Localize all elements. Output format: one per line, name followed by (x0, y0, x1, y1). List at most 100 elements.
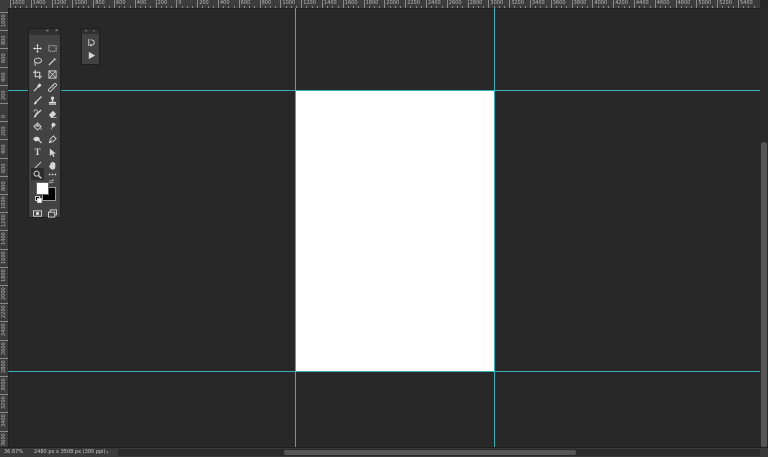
horizontal-scroll-thumb[interactable] (284, 450, 576, 455)
ruler-minor-tick (150, 6, 152, 8)
ruler-label: 0 (1, 114, 7, 118)
ruler-minor-tick (628, 6, 630, 8)
status-bar: 36.67% 2480 px x 3508 px (300 ppi) › (0, 447, 768, 457)
ruler-minor-tick (670, 6, 672, 8)
ruler-minor-tick (519, 6, 521, 8)
collapse-icon[interactable]: « (85, 28, 87, 33)
rectangular-marquee-tool-icon[interactable] (46, 42, 59, 54)
smudge-tool-icon[interactable] (46, 120, 59, 132)
guide-vertical-right[interactable] (494, 8, 495, 448)
close-icon[interactable]: × (55, 28, 58, 34)
ruler-minor-tick (556, 6, 557, 8)
guide-horizontal-bottom[interactable] (8, 371, 760, 372)
tool-row (31, 68, 60, 80)
ruler-minor-tick (296, 6, 297, 8)
ruler-tick (72, 0, 74, 8)
ruler-minor-tick (25, 6, 27, 8)
screen-mode-icon[interactable] (46, 207, 59, 219)
ruler-label: 2200 (407, 0, 420, 6)
ruler-label: 3600 (1, 432, 7, 446)
ruler-minor-tick (420, 6, 422, 8)
swap-colors-icon[interactable]: ⇄ (49, 178, 54, 185)
dodge-tool-icon[interactable] (31, 133, 44, 145)
eraser-tool-icon[interactable] (46, 107, 59, 119)
magic-wand-tool-icon[interactable] (46, 55, 59, 67)
ruler-label: 5400 (740, 0, 753, 6)
foreground-color-swatch[interactable] (36, 182, 49, 195)
tools-panel-header[interactable]: « × (29, 28, 60, 35)
clone-stamp-tool-icon[interactable] (46, 94, 59, 106)
ruler-label: 200 (157, 0, 168, 6)
ruler-label: 1200 (303, 0, 316, 6)
close-icon[interactable]: × (93, 28, 95, 33)
type-tool-icon[interactable]: T (31, 146, 44, 158)
ruler-tool-icon[interactable] (46, 81, 59, 93)
ruler-minor-tick (249, 6, 251, 8)
history-panel-icon[interactable] (85, 37, 97, 48)
ruler-tick (363, 0, 365, 8)
ruler-tick (446, 0, 448, 8)
vertical-scrollbar[interactable] (760, 8, 768, 448)
eyedropper-tool-icon[interactable] (31, 81, 44, 93)
ruler-tick (613, 0, 615, 8)
path-selection-tool-icon[interactable] (46, 146, 59, 158)
guide-vertical-left[interactable] (295, 8, 296, 448)
ruler-tick (0, 394, 8, 396)
paint-bucket-tool-icon[interactable] (31, 120, 44, 132)
guide-horizontal-top[interactable] (8, 90, 760, 91)
ruler-label: 4600 (656, 0, 670, 6)
ruler-minor-tick (431, 6, 433, 8)
ruler-minor-tick (108, 6, 110, 8)
crop-tool-icon[interactable] (31, 68, 44, 80)
document-canvas[interactable] (296, 91, 494, 371)
actions-panel-header[interactable]: « × (82, 28, 99, 34)
ruler-tick (30, 0, 32, 8)
ruler-tick (509, 0, 511, 8)
quick-mask-icon[interactable] (31, 207, 44, 219)
ruler-label: 5200 (719, 0, 732, 6)
ruler-vertical[interactable]: 1000 800 600 400 200 0 200 400 600 800 1000 1200 140… (0, 8, 9, 448)
ruler-minor-tick (748, 6, 750, 8)
zoom-tool-icon[interactable] (31, 168, 44, 180)
ruler-tick (0, 103, 8, 104)
pen-tool-icon[interactable] (46, 133, 59, 145)
ruler-minor-tick (275, 6, 277, 8)
ruler-minor-tick (285, 6, 287, 8)
ruler-minor-tick (498, 6, 500, 8)
ruler-label: 2600 (448, 0, 462, 6)
ruler-label: 800 (1, 181, 7, 191)
canvas-workspace[interactable]: 1600 1400 1200 1000 800 600 400 200 0 200 400 600 80… (0, 0, 768, 457)
horizontal-scrollbar[interactable] (118, 449, 760, 456)
ruler-minor-tick (649, 6, 651, 8)
ruler-minor-tick (98, 6, 100, 8)
ruler-label: 3800 (573, 0, 587, 6)
ruler-minor-tick (244, 6, 245, 8)
ruler-label: 4800 (677, 0, 691, 6)
ruler-label: 4200 (615, 0, 628, 6)
ruler-minor-tick (608, 6, 609, 8)
vertical-scroll-thumb[interactable] (761, 142, 767, 448)
ruler-minor-tick (665, 6, 667, 8)
play-action-icon[interactable] (85, 50, 97, 61)
zoom-level[interactable]: 36.67% (4, 448, 23, 457)
ruler-label: 2400 (1, 323, 7, 337)
ruler-minor-tick (192, 6, 193, 8)
ruler-tick (0, 376, 8, 377)
status-menu-arrow-icon[interactable]: › (106, 448, 108, 457)
ruler-horizontal[interactable]: 1600 1400 1200 1000 800 600 400 200 0 200 400 600 80… (8, 0, 760, 9)
ruler-tick (696, 0, 698, 8)
ruler-minor-tick (722, 6, 724, 8)
tool-row (31, 55, 60, 67)
document-info[interactable]: 2480 px x 3508 px (300 ppi) (34, 448, 105, 457)
collapse-icon[interactable]: « (46, 28, 49, 34)
ruler-minor-tick (732, 6, 734, 8)
default-colors-icon[interactable] (35, 196, 42, 203)
move-tool-icon[interactable] (31, 42, 44, 54)
frame-tool-icon[interactable] (46, 68, 59, 80)
ruler-minor-tick (202, 6, 204, 8)
ruler-minor-tick (504, 6, 505, 8)
brush-tool-icon[interactable] (31, 94, 44, 106)
lasso-tool-icon[interactable] (31, 55, 44, 67)
ruler-minor-tick (727, 6, 729, 8)
history-brush-tool-icon[interactable] (31, 107, 44, 119)
